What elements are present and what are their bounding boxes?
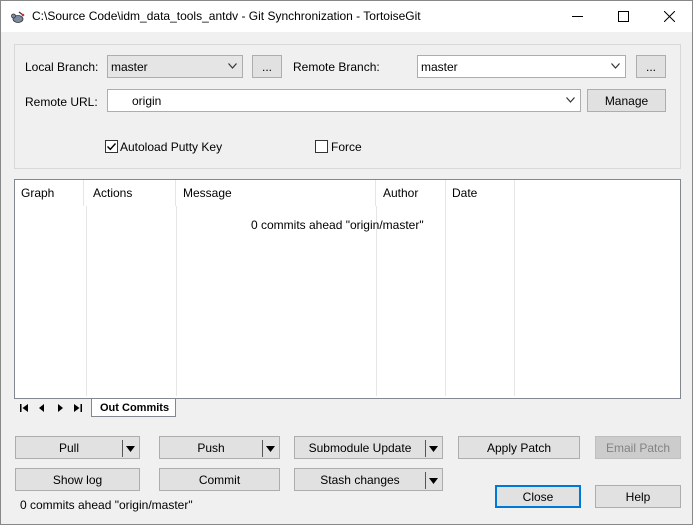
split-divider — [425, 472, 426, 489]
push-button-label[interactable]: Push — [160, 441, 262, 455]
git-sync-dialog: C:\Source Code\idm_data_tools_antdv - Gi… — [0, 0, 693, 525]
sync-options-panel: Local Branch: master ... Remote Branch: … — [14, 44, 681, 169]
stash-changes-button-label[interactable]: Stash changes — [295, 473, 425, 487]
autoload-putty-key-checkbox[interactable] — [105, 140, 118, 153]
next-tab-icon[interactable] — [54, 402, 66, 414]
commit-button[interactable]: Commit — [159, 468, 280, 491]
status-text: 0 commits ahead "origin/master" — [20, 498, 193, 512]
column-divider — [376, 206, 377, 396]
column-divider — [514, 206, 515, 396]
manage-remotes-button[interactable]: Manage — [587, 89, 666, 112]
minimize-button[interactable] — [554, 1, 600, 32]
local-branch-browse-button[interactable]: ... — [252, 55, 282, 78]
column-header-author[interactable]: Author — [377, 180, 446, 206]
close-button[interactable]: Close — [495, 485, 581, 508]
split-divider — [425, 440, 426, 457]
local-branch-value: master — [111, 59, 148, 74]
dropdown-arrow-icon[interactable] — [266, 446, 275, 452]
force-checkbox[interactable] — [315, 140, 328, 153]
window-close-button[interactable] — [646, 1, 692, 32]
chevron-down-icon — [611, 63, 620, 69]
submodule-update-button-label[interactable]: Submodule Update — [295, 441, 425, 455]
dropdown-arrow-icon[interactable] — [126, 446, 135, 452]
autoload-putty-key-label[interactable]: Autoload Putty Key — [120, 140, 222, 154]
remote-branch-browse-button[interactable]: ... — [636, 55, 666, 78]
maximize-icon — [617, 11, 629, 22]
first-tab-icon[interactable] — [18, 402, 30, 414]
window-title: C:\Source Code\idm_data_tools_antdv - Gi… — [32, 9, 421, 23]
pull-split-button[interactable]: Pull — [15, 436, 140, 459]
column-header-graph[interactable]: Graph — [15, 180, 84, 206]
push-split-button[interactable]: Push — [159, 436, 280, 459]
title-bar: C:\Source Code\idm_data_tools_antdv - Gi… — [1, 1, 692, 32]
pull-button-label[interactable]: Pull — [16, 441, 122, 455]
chevron-down-icon — [228, 63, 237, 69]
dropdown-arrow-icon[interactable] — [429, 478, 438, 484]
force-label[interactable]: Force — [331, 140, 362, 154]
help-button[interactable]: Help — [595, 485, 681, 508]
dropdown-arrow-icon[interactable] — [429, 446, 438, 452]
submodule-update-split-button[interactable]: Submodule Update — [294, 436, 443, 459]
local-branch-label: Local Branch: — [25, 60, 99, 74]
tab-out-commits[interactable]: Out Commits — [91, 399, 177, 417]
remote-branch-value: master — [421, 59, 458, 74]
show-log-button[interactable]: Show log — [15, 468, 140, 491]
tab-strip: Out Commits — [14, 399, 681, 419]
commit-list[interactable]: Graph Actions Message Author Date 0 comm… — [14, 179, 681, 399]
column-header-actions[interactable]: Actions — [87, 180, 176, 206]
split-divider — [262, 440, 263, 457]
remote-branch-combo[interactable]: master — [417, 55, 626, 78]
remote-url-combo[interactable]: origin — [107, 89, 581, 112]
email-patch-button: Email Patch — [595, 436, 681, 459]
split-divider — [122, 440, 123, 457]
tortoisegit-app-icon — [10, 9, 26, 25]
remote-branch-label: Remote Branch: — [293, 60, 380, 74]
chevron-down-icon — [566, 97, 575, 103]
stash-changes-split-button[interactable]: Stash changes — [294, 468, 443, 491]
column-header-date[interactable]: Date — [446, 180, 515, 206]
commit-list-empty-message: 0 commits ahead "origin/master" — [251, 218, 424, 232]
remote-url-label: Remote URL: — [25, 95, 98, 109]
column-header-message[interactable]: Message — [177, 180, 376, 206]
column-divider — [86, 206, 87, 396]
column-divider — [176, 206, 177, 396]
previous-tab-icon[interactable] — [36, 402, 48, 414]
remote-url-value: origin — [132, 93, 162, 108]
checkmark-icon — [107, 143, 117, 151]
maximize-button[interactable] — [600, 1, 646, 32]
apply-patch-button[interactable]: Apply Patch — [458, 436, 580, 459]
column-divider — [445, 206, 446, 396]
last-tab-icon[interactable] — [72, 402, 84, 414]
close-icon — [663, 11, 675, 22]
local-branch-combo[interactable]: master — [107, 55, 243, 78]
minimize-icon — [571, 16, 583, 17]
